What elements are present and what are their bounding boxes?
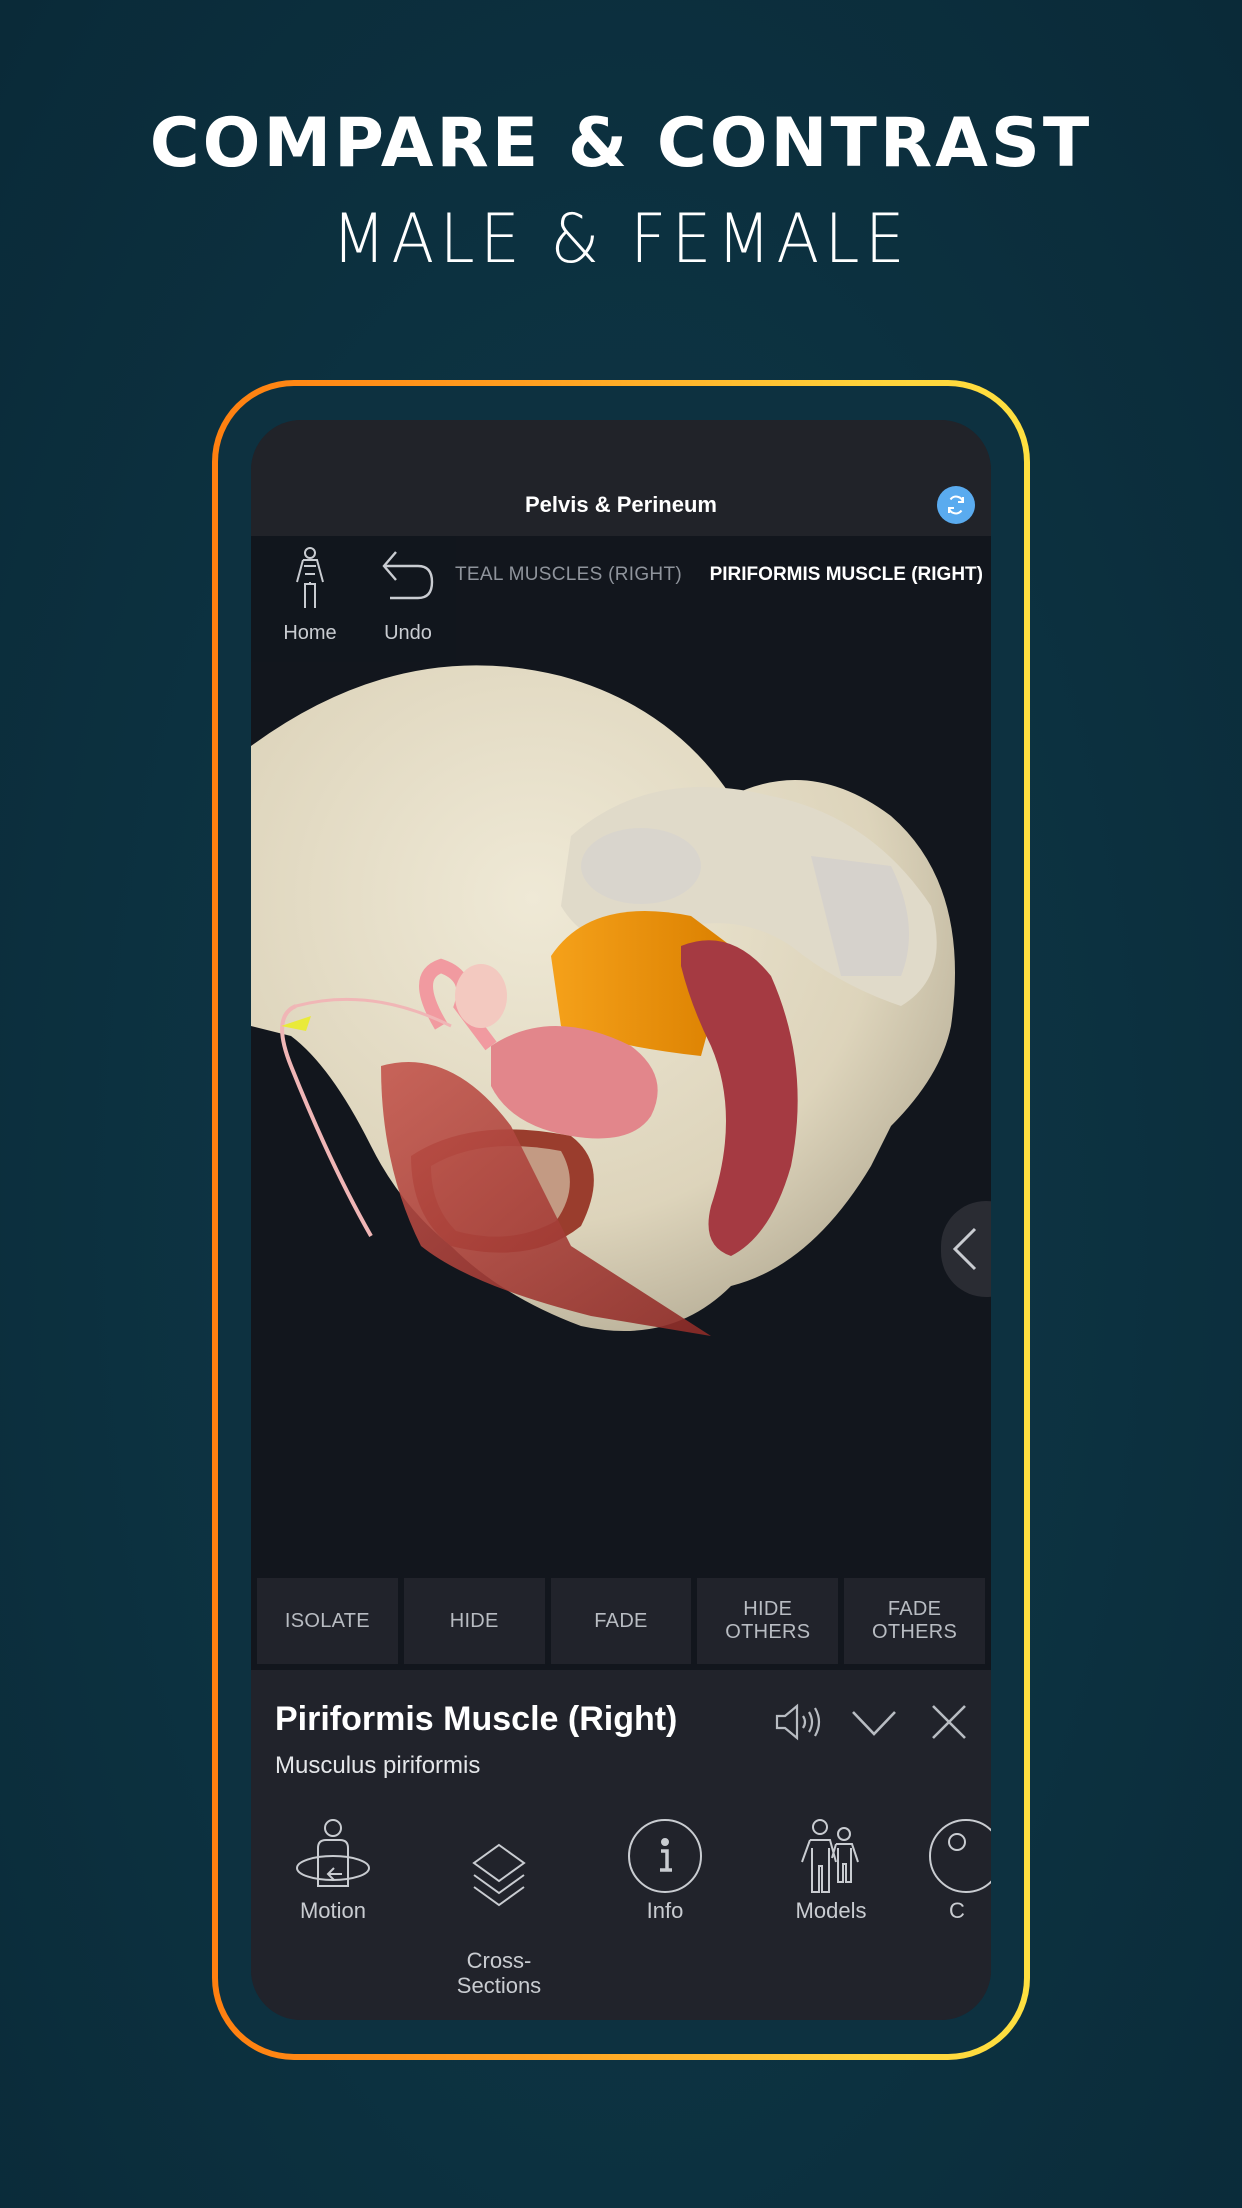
- undo-label: Undo: [384, 622, 432, 644]
- ovary: [455, 964, 507, 1028]
- structure-name: Piriformis Muscle (Right): [275, 1700, 678, 1738]
- hide-others-button[interactable]: HIDE OTHERS: [697, 1578, 839, 1664]
- nav-models[interactable]: Models: [761, 1818, 901, 1923]
- nav-info[interactable]: Info: [595, 1818, 735, 1923]
- motion-icon: [296, 1819, 370, 1887]
- action-bar: ISOLATE HIDE FADE HIDE OTHERS FADE OTHER…: [257, 1578, 985, 1664]
- isolate-button[interactable]: ISOLATE: [257, 1578, 398, 1664]
- models-icon: [801, 1819, 859, 1893]
- promo-subhead: MALE & FEMALE: [331, 200, 911, 279]
- home-button[interactable]: Home: [265, 546, 355, 645]
- breadcrumb-previous[interactable]: TEAL MUSCLES (RIGHT): [455, 564, 682, 586]
- close-icon[interactable]: [931, 1702, 967, 1742]
- nav-partial-label: C: [949, 1898, 965, 1923]
- fade-button[interactable]: FADE: [550, 1578, 692, 1664]
- hide-button[interactable]: HIDE: [403, 1578, 545, 1664]
- sync-button[interactable]: [937, 486, 975, 524]
- structure-latin-name: Musculus piriformis: [275, 1752, 481, 1779]
- chevron-left-icon: [952, 1227, 977, 1271]
- speaker-icon[interactable]: [773, 1702, 825, 1742]
- nav-partial-item[interactable]: C: [927, 1818, 991, 1923]
- promo-headline: COMPARE & CONTRAST: [149, 104, 1093, 183]
- app-header: Pelvis & Perineum: [251, 420, 991, 536]
- circle-icon: [929, 1819, 991, 1893]
- undo-button[interactable]: Undo: [363, 546, 453, 645]
- nav-cross-sections[interactable]: Cross- Sections: [429, 1818, 569, 1998]
- layers-icon: [472, 1843, 526, 1907]
- info-icon: [628, 1819, 702, 1893]
- 3d-viewport[interactable]: Home Undo TEAL MUSCLES (RIGHT) PIRIFORMI…: [251, 536, 991, 1670]
- undo-arrow-icon: [382, 551, 434, 600]
- fade-others-button[interactable]: FADE OTHERS: [844, 1578, 985, 1664]
- home-label: Home: [283, 622, 337, 644]
- region-title: Pelvis & Perineum: [525, 492, 717, 517]
- sync-icon: [948, 495, 964, 515]
- breadcrumb-current[interactable]: PIRIFORMIS MUSCLE (RIGHT): [710, 564, 983, 586]
- bottom-navigation: Motion Cross- Sections Info Models C: [251, 1818, 991, 1998]
- nav-motion[interactable]: Motion: [263, 1818, 403, 1923]
- chevron-down-icon[interactable]: [851, 1702, 897, 1742]
- nav-motion-label: Motion: [299, 1898, 367, 1923]
- human-figure-icon: [296, 547, 324, 608]
- phone-screen: Pelvis & Perineum Home Undo TEAL MUSCLES…: [251, 420, 991, 2020]
- nav-cross-sections-label: Cross- Sections: [456, 1948, 542, 1998]
- nav-info-label: Info: [646, 1898, 684, 1923]
- pelvis-3d-model[interactable]: [251, 646, 991, 1546]
- structure-info-panel: Piriformis Muscle (Right) Musculus pirif…: [251, 1678, 991, 2020]
- nav-models-label: Models: [795, 1898, 867, 1923]
